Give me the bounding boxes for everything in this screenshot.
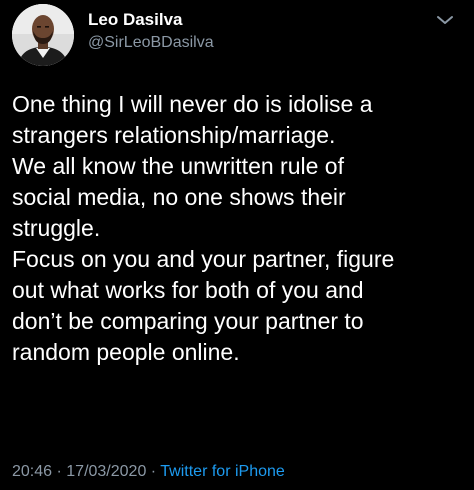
tweet: Leo Dasilva @SirLeoBDasilva One thing I …	[0, 0, 474, 490]
meta-separator: ·	[52, 463, 67, 480]
user-handle[interactable]: @SirLeoBDasilva	[88, 33, 214, 53]
tweet-text-line: don’t be comparing your partner to	[12, 308, 364, 334]
tweet-text-line: social media, no one shows their	[12, 184, 346, 210]
tweet-text-line: out what works for both of you and	[12, 277, 364, 303]
tweet-source-link[interactable]: Twitter for iPhone	[160, 463, 285, 480]
tweet-text-line: struggle.	[12, 215, 101, 241]
tweet-text-line: One thing I will never do is idolise a	[12, 91, 373, 117]
profile-photo-icon	[12, 4, 74, 66]
meta-separator: ·	[146, 463, 161, 480]
avatar[interactable]	[12, 4, 74, 66]
tweet-date[interactable]: 17/03/2020	[66, 463, 146, 480]
tweet-text-line: Focus on you and your partner, figure	[12, 246, 395, 272]
tweet-text-line: strangers relationship/marriage.	[12, 122, 336, 148]
tweet-meta: 20:46 · 17/03/2020 · Twitter for iPhone	[12, 462, 285, 482]
tweet-text-line: We all know the unwritten rule of	[12, 153, 344, 179]
chevron-down-icon[interactable]	[433, 10, 457, 30]
user-name[interactable]: Leo Dasilva	[88, 10, 183, 30]
tweet-text: One thing I will never do is idolise a s…	[12, 89, 467, 368]
tweet-text-line: random people online.	[12, 339, 240, 365]
tweet-time[interactable]: 20:46	[12, 463, 52, 480]
